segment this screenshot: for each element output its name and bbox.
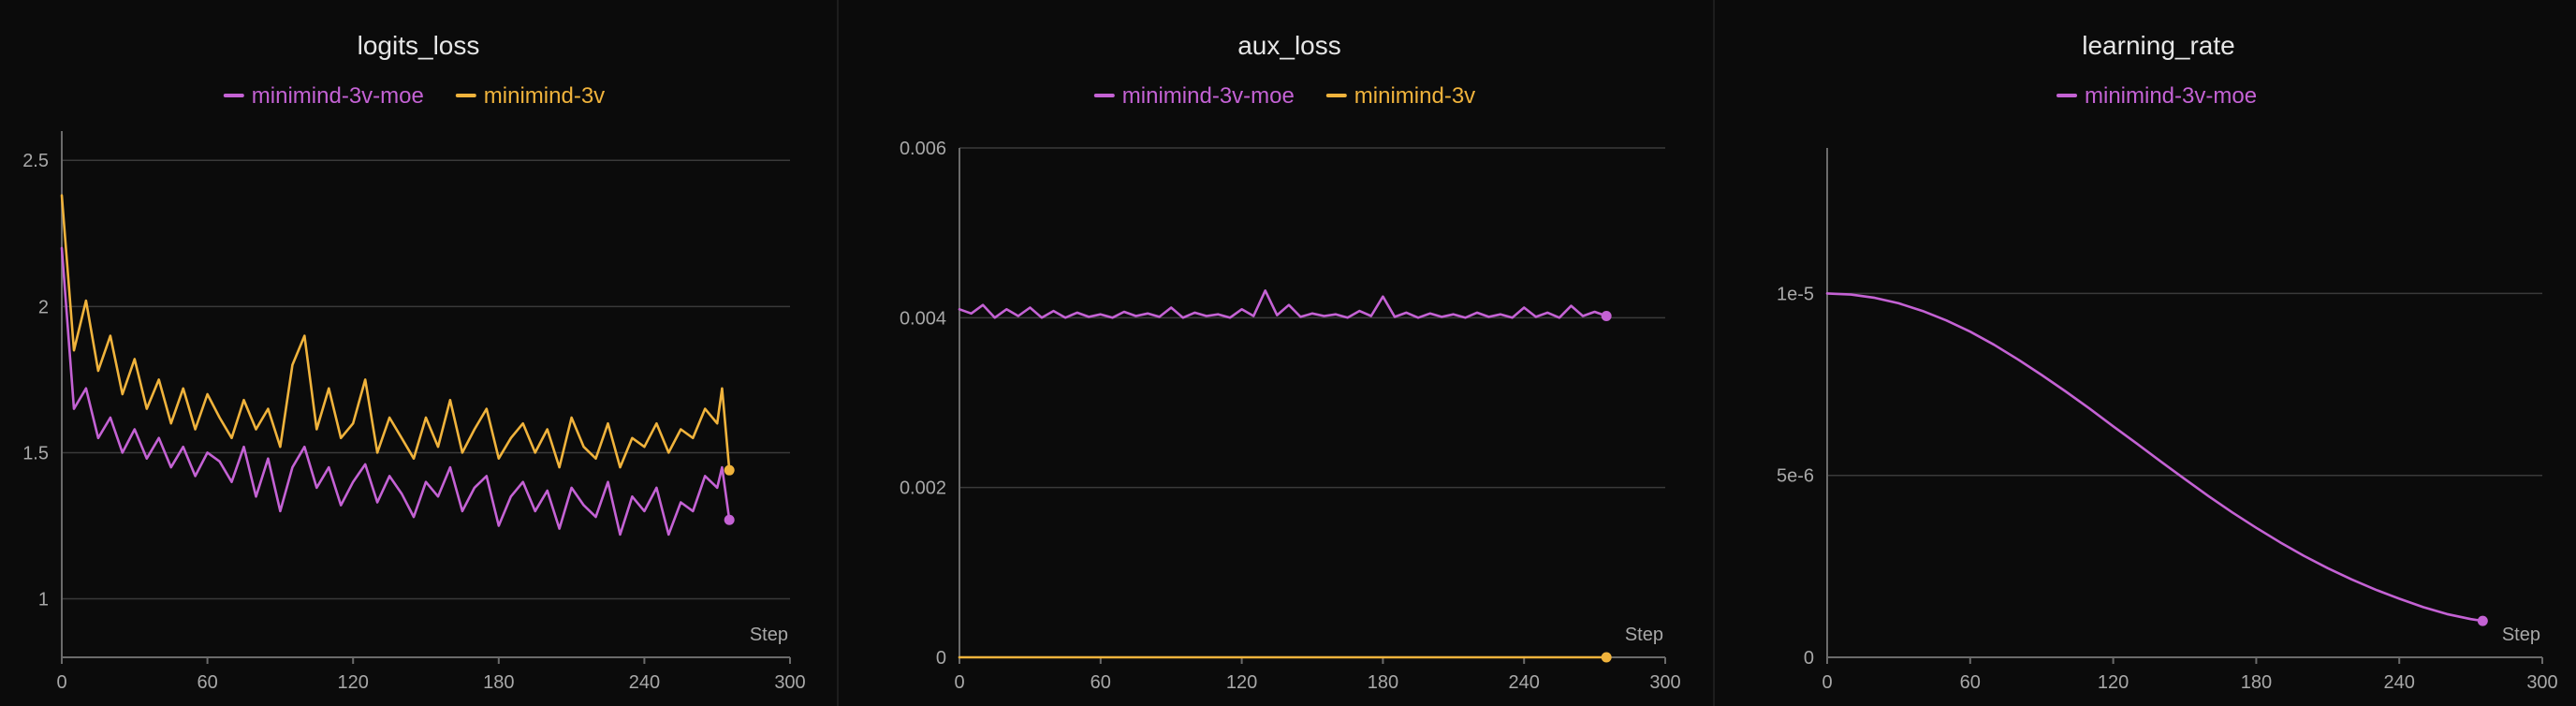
legend: minimind-3v-moe minimind-3v [1093, 83, 1475, 109]
series-end-point-minimind-3v [1601, 652, 1612, 663]
logits-loss-panel: logits_loss minimind-3v-moe minimind-3v 1 1.… [0, 0, 837, 706]
aux-loss-chart: aux_loss minimind-3v-moe minimind-3v 0 0.002… [900, 31, 1681, 693]
legend: minimind-3v-moe minimind-3v [223, 83, 605, 109]
x-tick-label: 120 [2098, 672, 2129, 693]
x-tick-label: 60 [1960, 672, 1981, 693]
legend-label-minimind-3v-moe: minimind-3v-moe [1122, 83, 1295, 109]
logits-loss-chart: logits_loss minimind-3v-moe minimind-3v 1 1.… [22, 31, 806, 693]
y-tick-label: 0.006 [900, 139, 946, 159]
x-tick-label: 300 [1649, 672, 1680, 693]
legend-item-minimind-3v-moe[interactable]: minimind-3v-moe [223, 83, 424, 109]
y-tick-label: 1 [38, 590, 49, 610]
x-tick-label: 60 [197, 672, 217, 693]
legend-label-minimind-3v: minimind-3v [484, 83, 605, 109]
x-axis-label: Step [750, 625, 788, 645]
x-tick-label: 300 [774, 672, 805, 693]
y-tick-label: 0.004 [900, 308, 946, 329]
x-tick-label: 0 [1822, 672, 1832, 693]
series-line-minimind-3v [60, 194, 731, 472]
legend-label-minimind-3v-moe: minimind-3v-moe [252, 83, 424, 109]
learning-rate-title: learning_rate [2082, 31, 2234, 60]
x-tick-label: 240 [629, 672, 660, 693]
legend-item-minimind-3v-moe[interactable]: minimind-3v-moe [2056, 83, 2257, 109]
x-tick-label: 0 [954, 672, 964, 693]
legend-label-minimind-3v: minimind-3v [1354, 83, 1475, 109]
x-tick-label: 240 [2384, 672, 2415, 693]
y-tick-label: 1.5 [22, 443, 49, 463]
dashboard: logits_loss minimind-3v-moe minimind-3v 1 1.… [0, 0, 2576, 706]
series-line-minimind-3v-moe [958, 288, 1608, 319]
legend-label-minimind-3v-moe: minimind-3v-moe [2085, 83, 2257, 109]
aux-loss-title: aux_loss [1237, 31, 1341, 60]
logits-loss-title: logits_loss [358, 31, 480, 60]
legend-item-minimind-3v-moe[interactable]: minimind-3v-moe [1093, 83, 1295, 109]
series-end-point-minimind-3v-moe [2477, 615, 2488, 626]
series-end-point-minimind-3v-moe [724, 514, 735, 525]
x-tick-label: 180 [2241, 672, 2272, 693]
x-tick-label: 180 [483, 672, 514, 693]
x-tick-label: 300 [2526, 672, 2557, 693]
x-tick-label: 240 [1509, 672, 1540, 693]
learning-rate-panel: learning_rate minimind-3v-moe 0 5e-6 1e-5 0 60… [1741, 0, 2576, 706]
legend-item-minimind-3v[interactable]: minimind-3v [455, 83, 605, 109]
series-line-minimind-3v-moe [1825, 292, 2484, 623]
x-tick-label: 0 [56, 672, 66, 693]
x-tick-label: 180 [1368, 672, 1398, 693]
y-tick-label: 1e-5 [1777, 284, 1814, 304]
y-tick-label: 0.002 [900, 478, 946, 499]
x-tick-label: 120 [1226, 672, 1257, 693]
series-end-point-minimind-3v-moe [1601, 311, 1612, 322]
x-tick-label: 60 [1090, 672, 1111, 693]
y-tick-label: 2.5 [22, 151, 49, 171]
y-tick-label: 0 [936, 648, 946, 669]
learning-rate-chart: learning_rate minimind-3v-moe 0 5e-6 1e-5 0 60… [1777, 31, 2558, 693]
series-end-point-minimind-3v [724, 464, 735, 476]
aux-loss-panel: aux_loss minimind-3v-moe minimind-3v 0 0.002… [866, 0, 1713, 706]
legend: minimind-3v-moe [2056, 83, 2257, 109]
x-axis-label: Step [1625, 625, 1663, 645]
x-tick-label: 120 [338, 672, 369, 693]
x-axis-label: Step [2502, 625, 2540, 645]
y-tick-label: 0 [1804, 648, 1814, 669]
y-tick-label: 2 [38, 297, 49, 317]
panel-divider [837, 0, 839, 706]
legend-item-minimind-3v[interactable]: minimind-3v [1325, 83, 1475, 109]
panel-divider [1713, 0, 1715, 706]
y-tick-label: 5e-6 [1777, 466, 1814, 487]
